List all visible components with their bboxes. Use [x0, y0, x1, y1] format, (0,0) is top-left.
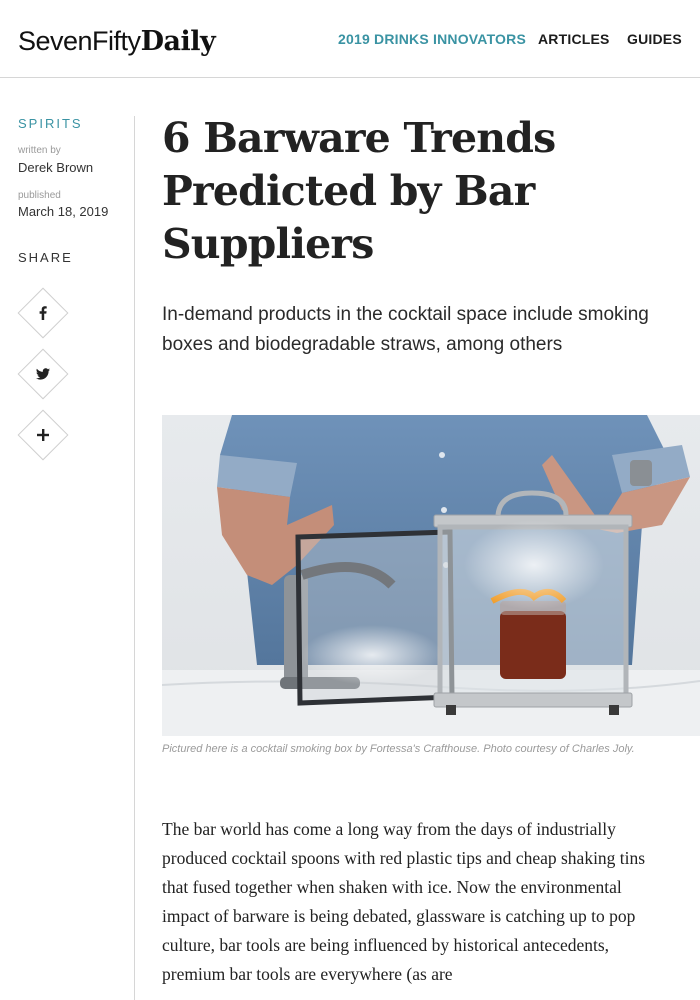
share-more-button[interactable] — [17, 409, 69, 461]
nav-drinks-innovators[interactable]: 2019 DRINKS INNOVATORS — [338, 31, 526, 47]
article-body-paragraph: The bar world has come a long way from t… — [162, 819, 646, 984]
article-hero-image — [162, 415, 700, 736]
plus-icon — [37, 429, 49, 441]
share-facebook-button[interactable] — [17, 287, 69, 339]
facebook-icon — [39, 306, 47, 320]
logo-wordmark-secondary: Daily — [140, 26, 216, 57]
article-dek: In-demand products in the cocktail space… — [162, 304, 649, 355]
author-link[interactable]: Derek Brown — [18, 160, 93, 175]
share-label: SHARE — [18, 250, 73, 265]
twitter-icon — [36, 368, 50, 380]
share-twitter-button[interactable] — [17, 348, 69, 400]
logo-wordmark-primary: SevenFifty — [18, 26, 141, 56]
image-caption: Pictured here is a cocktail smoking box … — [162, 743, 635, 755]
category-link[interactable]: SPIRITS — [18, 116, 83, 131]
written-by-label: written by — [18, 145, 61, 156]
site-logo[interactable]: SevenFiftyDaily — [18, 26, 216, 57]
nav-guides[interactable]: GUIDES — [627, 31, 682, 47]
sidebar-divider — [134, 116, 135, 1000]
site-header: SevenFiftyDaily 2019 DRINKS INNOVATORS A… — [0, 0, 700, 78]
publish-date: March 18, 2019 — [18, 204, 109, 219]
nav-articles[interactable]: ARTICLES — [538, 31, 610, 47]
published-label: published — [18, 190, 61, 201]
article-title: 6 Barware Trends Predicted by Bar Suppli… — [162, 114, 556, 268]
